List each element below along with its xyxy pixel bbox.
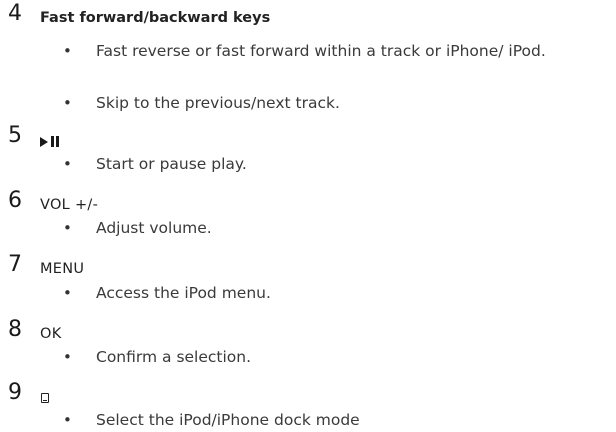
item-number: 7 — [8, 252, 22, 277]
bullet-marker: • — [63, 411, 72, 429]
pause-bar — [51, 136, 54, 147]
item-number: 4 — [8, 1, 22, 26]
bullet-text: Confirm a selection. — [96, 348, 252, 366]
item-number: 5 — [8, 123, 22, 148]
play-pause-icon — [40, 136, 62, 147]
item-number: 9 — [8, 380, 22, 405]
item-heading: VOL +/- — [40, 197, 99, 213]
bullet-marker: • — [63, 94, 72, 112]
play-triangle — [40, 137, 48, 147]
bullet-text: Start or pause play. — [96, 155, 247, 173]
bullet-marker: • — [63, 219, 72, 237]
item-heading: MENU — [40, 261, 85, 277]
item-heading: Fast forward/backward keys — [40, 10, 271, 26]
bullet-text: Access the iPod menu. — [96, 284, 271, 302]
item-number: 8 — [8, 317, 22, 342]
dock-icon — [41, 393, 49, 403]
bullet-marker: • — [63, 348, 72, 366]
bullet-text: Fast reverse or fast forward within a tr… — [96, 42, 546, 60]
bullet-marker: • — [63, 155, 72, 173]
bullet-text: Select the iPod/iPhone dock mode — [96, 411, 360, 429]
bullet-marker: • — [63, 284, 72, 302]
bullet-marker: • — [63, 42, 72, 60]
bullet-text: Adjust volume. — [96, 219, 212, 237]
bullet-text: Skip to the previous/next track. — [96, 94, 340, 112]
item-number: 6 — [8, 188, 22, 213]
pause-bar — [56, 136, 59, 147]
manual-page: 4 Fast forward/backward keys • Fast reve… — [0, 0, 616, 432]
item-heading: OK — [40, 326, 62, 342]
